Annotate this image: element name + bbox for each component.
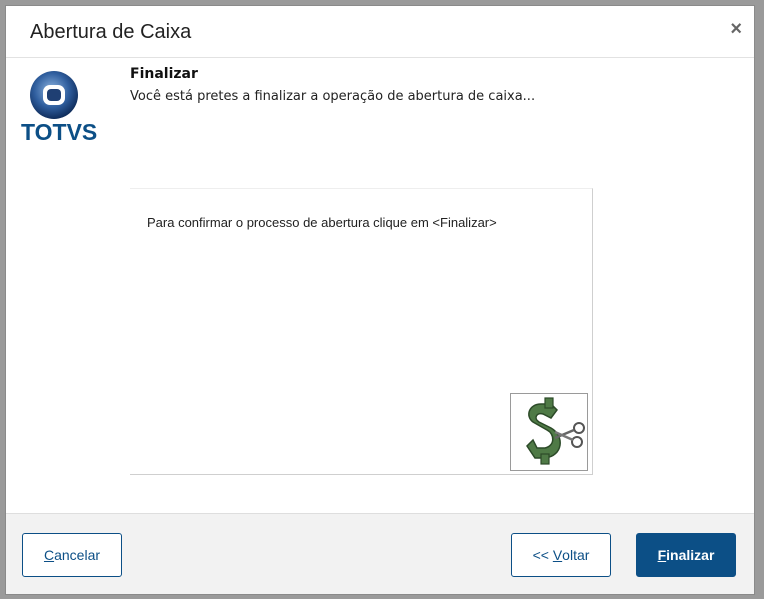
- confirm-message: Para confirmar o processo de abertura cl…: [147, 215, 497, 230]
- dialog-title: Abertura de Caixa: [30, 21, 192, 43]
- finish-button[interactable]: Finalizar: [636, 533, 736, 577]
- logo-text: TOTVS: [21, 119, 98, 145]
- cancel-mnemonic: C: [43, 547, 55, 563]
- cancel-button[interactable]: Cancelar: [22, 533, 122, 577]
- finish-label: inalizar: [666, 547, 715, 563]
- back-mnemonic: V: [552, 547, 563, 563]
- dialog-titlebar: Abertura de Caixa ×: [6, 6, 754, 58]
- totvs-logo-icon: [30, 71, 78, 119]
- cancel-label: ancelar: [54, 547, 101, 563]
- money-scissors-icon: [510, 393, 588, 471]
- back-prefix: <<: [532, 547, 553, 563]
- totvs-logo: TOTVS: [20, 69, 97, 145]
- finish-mnemonic: F: [657, 547, 667, 563]
- step-title: Finalizar: [130, 66, 198, 82]
- back-button[interactable]: << Voltar: [511, 533, 611, 577]
- back-label: oltar: [562, 547, 590, 563]
- dialog-footer: Cancelar << Voltar Finalizar: [6, 513, 754, 594]
- content-panel: Para confirmar o processo de abertura cl…: [130, 188, 593, 475]
- step-description: Você está pretes a finalizar a operação …: [130, 89, 536, 104]
- dialog-abertura-caixa: Abertura de Caixa × TOTVS Finalizar Você…: [5, 5, 755, 595]
- close-icon[interactable]: ×: [730, 19, 742, 39]
